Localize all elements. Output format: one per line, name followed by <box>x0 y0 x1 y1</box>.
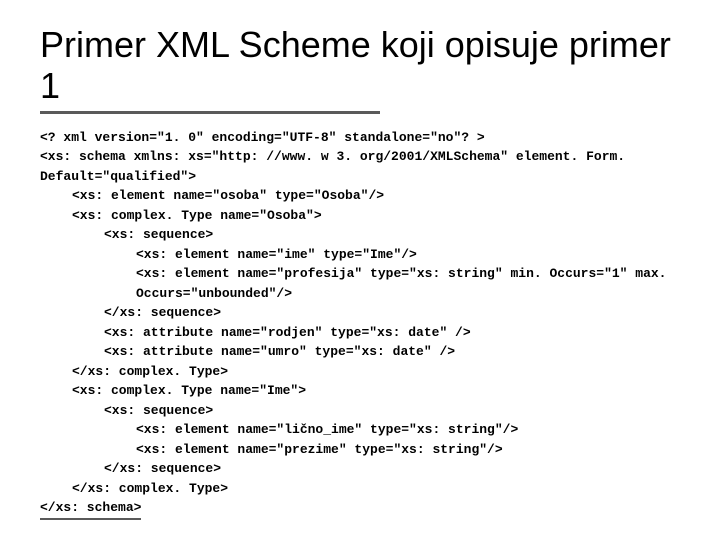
slide-title: Primer XML Scheme koji opisuje primer 1 <box>40 24 680 107</box>
code-line: <xs: element name="prezime" type="xs: st… <box>136 440 680 460</box>
code-line: <xs: attribute name="rodjen" type="xs: d… <box>104 323 680 343</box>
title-underline <box>40 111 380 114</box>
code-line: </xs: schema> <box>40 498 680 520</box>
code-line: <xs: sequence> <box>104 401 680 421</box>
code-line: <xs: schema xmlns: xs="http: //www. w 3.… <box>40 147 680 186</box>
code-block: <? xml version="1. 0" encoding="UTF-8" s… <box>40 128 680 520</box>
slide: Primer XML Scheme koji opisuje primer 1 … <box>0 0 720 540</box>
code-line: <xs: element name="lično_ime" type="xs: … <box>136 420 680 440</box>
code-line: </xs: sequence> <box>104 303 680 323</box>
code-line: <xs: element name="osoba" type="Osoba"/> <box>72 186 680 206</box>
code-line: <xs: complex. Type name="Osoba"> <box>72 206 680 226</box>
code-line: </xs: complex. Type> <box>72 479 680 499</box>
code-line: <xs: sequence> <box>104 225 680 245</box>
code-line: <xs: complex. Type name="Ime"> <box>72 381 680 401</box>
code-line: </xs: sequence> <box>104 459 680 479</box>
code-line: <xs: element name="ime" type="Ime"/> <box>136 245 680 265</box>
code-line: <xs: element name="profesija" type="xs: … <box>136 264 680 303</box>
code-line: </xs: complex. Type> <box>72 362 680 382</box>
code-line: <xs: attribute name="umro" type="xs: dat… <box>104 342 680 362</box>
code-line: <? xml version="1. 0" encoding="UTF-8" s… <box>40 128 680 148</box>
